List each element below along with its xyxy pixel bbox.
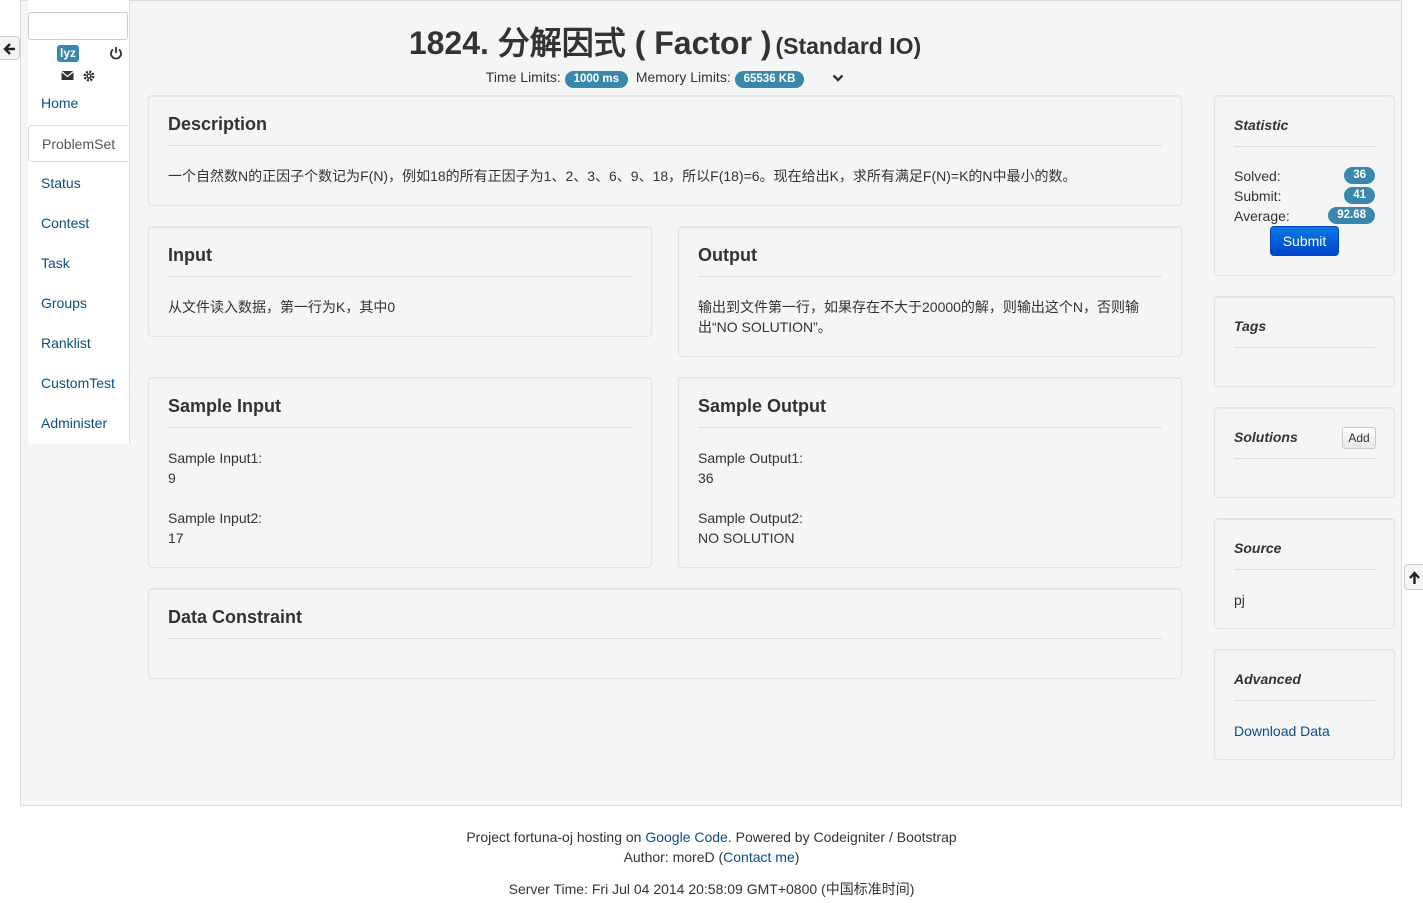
footer-author-text: Author: moreD ( — [623, 849, 724, 865]
output-text: 输出到文件第一行，如果存在不大于20000的解，则输出这个N，否则输出“NO S… — [698, 299, 1140, 335]
divider — [168, 145, 1162, 146]
data-constraint-title: Data Constraint — [168, 607, 303, 627]
description-text: 一个自然数N的正因子个数记为F(N)，例如18的所有正因子为1、2、3、6、9、… — [168, 168, 1077, 184]
sample-output-1-label: Sample Output1: — [698, 450, 804, 466]
solutions-title: Solutions — [1234, 429, 1298, 445]
divider — [168, 276, 632, 277]
tags-title: Tags — [1234, 318, 1267, 334]
sample-input-panel: Sample Input Sample Input1: 9 Sample Inp… — [148, 377, 652, 568]
sample-output-2-label: Sample Output2: — [698, 510, 804, 526]
input-text: 从文件读入数据，第一行为K，其中0 — [168, 299, 396, 315]
advanced-title: Advanced — [1234, 671, 1301, 687]
divider — [1234, 569, 1375, 570]
data-constraint-panel: Data Constraint — [148, 588, 1182, 679]
server-time: Server Time: Fri Jul 04 2014 20:58:09 GM… — [508, 881, 915, 897]
download-data-link[interactable]: Download Data — [1234, 721, 1375, 741]
user-badge[interactable]: lyz — [57, 45, 79, 62]
divider — [1234, 700, 1375, 701]
tags-panel: Tags — [1214, 296, 1395, 387]
average-value: 92.68 — [1328, 207, 1375, 224]
problem-title: 1824. 分解因式 ( Factor ) (Standard IO) — [148, 18, 1182, 64]
power-icon[interactable] — [109, 46, 123, 60]
source-value: pj — [1234, 592, 1245, 608]
nav-customtest[interactable]: CustomTest — [28, 365, 128, 402]
arrow-up-icon — [1409, 571, 1420, 584]
input-title: Input — [168, 245, 212, 265]
arrow-left-icon — [3, 43, 15, 55]
footer-powered-text: . Powered by Codeigniter / Bootstrap — [727, 829, 957, 845]
footer-project-text: Project fortuna-oj hosting on — [466, 829, 646, 845]
limits-bar: Time Limits: 1000 ms Memory Limits: 6553… — [148, 69, 1182, 88]
nav-groups[interactable]: Groups — [28, 285, 128, 322]
problem-title-text: 1824. 分解因式 ( Factor ) — [408, 25, 772, 61]
output-title: Output — [698, 245, 757, 265]
nav-home[interactable]: Home — [28, 85, 128, 122]
sample-output-1-value: 36 — [698, 470, 714, 486]
divider — [698, 427, 1162, 428]
input-panel: Input 从文件读入数据，第一行为K，其中0 — [148, 226, 652, 337]
divider — [1234, 146, 1375, 147]
sample-input-title: Sample Input — [168, 396, 282, 416]
average-label: Average: — [1234, 208, 1290, 224]
statistic-title: Statistic — [1234, 117, 1289, 133]
output-panel: Output 输出到文件第一行，如果存在不大于20000的解，则输出这个N，否则… — [678, 226, 1182, 357]
sample-output-body: Sample Output1: 36 Sample Output2: NO SO… — [698, 448, 1162, 548]
divider — [168, 638, 1162, 639]
divider — [1234, 458, 1375, 459]
solved-count: 36 — [1344, 167, 1375, 184]
nav-task[interactable]: Task — [28, 245, 128, 282]
description-panel: Description 一个自然数N的正因子个数记为F(N)，例如18的所有正因… — [148, 95, 1182, 206]
divider — [168, 427, 632, 428]
mail-icon[interactable] — [61, 70, 74, 81]
sample-input-2-label: Sample Input2: — [168, 510, 263, 526]
statistic-panel: Statistic Solved: 36 Submit: 41 Average:… — [1214, 95, 1395, 276]
collapse-sidebar-button[interactable] — [0, 36, 20, 60]
sample-input-2-value: 17 — [168, 530, 184, 546]
footer-author-close: ) — [794, 849, 800, 865]
footer-line-1: Project fortuna-oj hosting on Google Cod… — [0, 829, 1423, 845]
nav-status[interactable]: Status — [28, 165, 128, 202]
source-panel: Source pj — [1214, 518, 1395, 629]
time-limit-label: Time Limits: — [485, 69, 561, 85]
submit-button[interactable]: Submit — [1270, 226, 1339, 256]
google-code-link[interactable]: Google Code — [645, 829, 728, 845]
description-title: Description — [168, 114, 268, 134]
nav-ranklist[interactable]: Ranklist — [28, 325, 128, 362]
sample-output-panel: Sample Output Sample Output1: 36 Sample … — [678, 377, 1182, 568]
divider — [1234, 347, 1375, 348]
nav-problemset[interactable]: ProblemSet — [28, 125, 128, 162]
io-type: (Standard IO) — [775, 33, 922, 59]
solved-row: Solved: 36 — [1234, 166, 1375, 186]
nav-administer[interactable]: Administer — [28, 405, 128, 442]
memory-limit-label: Memory Limits: — [635, 69, 731, 85]
nav-contest[interactable]: Contest — [28, 205, 128, 242]
add-solution-button[interactable]: Add — [1342, 427, 1376, 449]
chevron-down-icon[interactable] — [832, 73, 844, 83]
submit-count: 41 — [1344, 187, 1375, 204]
scroll-top-button[interactable] — [1404, 564, 1423, 590]
sample-input-1-label: Sample Input1: — [168, 450, 263, 466]
solved-label: Solved: — [1234, 168, 1281, 184]
contact-me-link[interactable]: Contact me — [723, 849, 795, 865]
average-row: Average: 92.68 — [1234, 206, 1375, 226]
gear-icon[interactable] — [83, 70, 95, 82]
time-limit-badge: 1000 ms — [564, 71, 629, 88]
sample-output-title: Sample Output — [698, 396, 827, 416]
submit-label: Submit: — [1234, 188, 1282, 204]
sample-output-2-value: NO SOLUTION — [698, 530, 795, 546]
sample-input-body: Sample Input1: 9 Sample Input2: 17 — [168, 448, 632, 548]
search-input[interactable] — [28, 12, 128, 40]
submit-row: Submit: 41 — [1234, 186, 1375, 206]
solutions-panel: Solutions Add — [1214, 407, 1395, 498]
sample-input-1-value: 9 — [168, 470, 176, 486]
memory-limit-badge: 65536 KB — [734, 71, 805, 88]
advanced-panel: Advanced Download Data — [1214, 649, 1395, 760]
divider — [698, 276, 1162, 277]
footer-line-2: Author: moreD (Contact me) — [0, 849, 1423, 865]
source-title: Source — [1234, 540, 1282, 556]
